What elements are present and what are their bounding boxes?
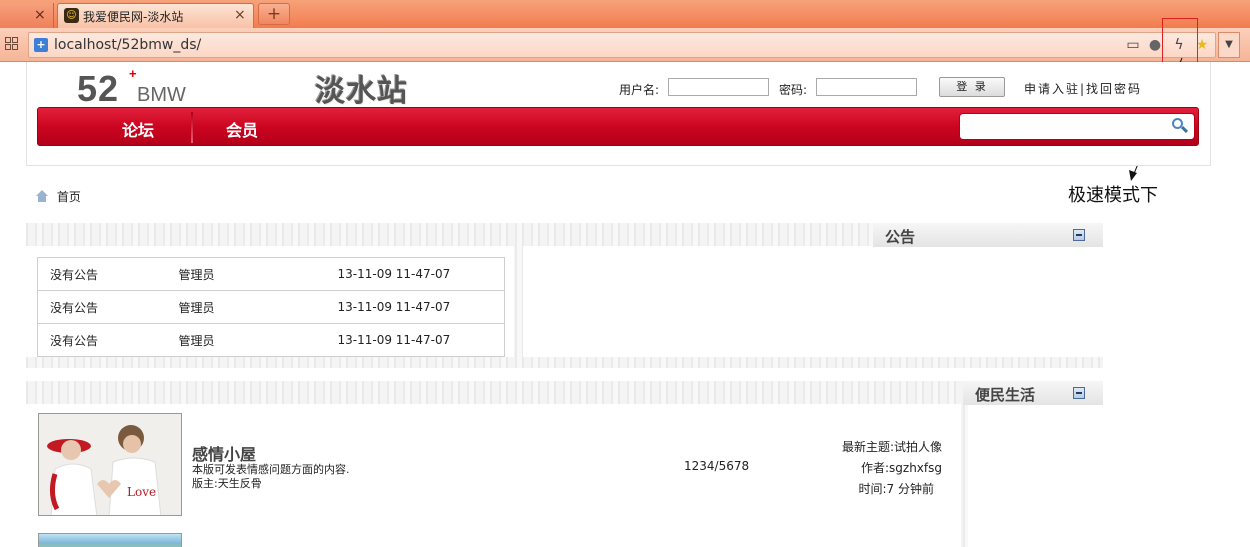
username-label: 用户名: <box>619 83 660 97</box>
nav-item-members[interactable]: 会员 <box>226 117 258 141</box>
notice-title: 公告 <box>885 228 916 246</box>
notice-time: 13-11-09 11-47-07 <box>325 257 505 291</box>
password-label: 密码: <box>779 83 808 97</box>
logo-text: BMW <box>137 84 186 106</box>
username-input[interactable] <box>668 78 769 96</box>
notice-time: 13-11-09 11-47-07 <box>325 290 505 324</box>
life-side-area <box>968 404 1111 547</box>
notice-time: 13-11-09 11-47-07 <box>325 323 505 357</box>
latest-topic[interactable]: 最新主题:试拍人像 <box>842 437 942 458</box>
minus-icon[interactable] <box>1073 229 1085 241</box>
notice-author: 管理员 <box>166 290 326 324</box>
table-row[interactable]: 没有公告 管理员 13-11-09 11-47-07 <box>37 323 505 357</box>
nav-item-forum[interactable]: 论坛 <box>122 117 154 141</box>
forum-moderator: 版主:天生反骨 <box>192 477 262 490</box>
life-title-bar: 便民生活 <box>963 381 1103 405</box>
notice-text[interactable]: 没有公告 <box>37 323 167 357</box>
nav-divider <box>191 112 193 143</box>
minus-icon[interactable] <box>1073 387 1085 399</box>
breadcrumb: 首页 <box>36 188 81 205</box>
site-header: 52 + BMW 淡水站 用户名: 密码: 登 录 申请入驻|找回密码 论坛 会… <box>26 62 1211 166</box>
notice-author: 管理员 <box>166 323 326 357</box>
notice-text[interactable]: 没有公告 <box>37 290 167 324</box>
life-title: 便民生活 <box>975 386 1036 404</box>
forum-thumbnail[interactable] <box>38 533 182 547</box>
svg-text:Love: Love <box>127 485 156 499</box>
notice-side-area <box>523 246 1111 357</box>
latest-author: 作者:sgzhxfsg <box>860 461 942 475</box>
table-row[interactable]: 没有公告 管理员 13-11-09 11-47-07 <box>37 257 505 291</box>
table-row[interactable]: 没有公告 管理员 13-11-09 11-47-07 <box>37 290 505 324</box>
register-forgot-links[interactable]: 申请入驻|找回密码 <box>1024 80 1142 97</box>
search-icon[interactable] <box>1170 117 1189 135</box>
site-name: 淡水站 <box>315 74 408 109</box>
login-button[interactable]: 登 录 <box>939 77 1005 97</box>
forum-thumbnail[interactable]: Love <box>38 413 182 516</box>
logo-plus: + <box>129 66 137 81</box>
breadcrumb-home[interactable]: 首页 <box>57 190 81 204</box>
couple-photo: Love <box>39 414 181 515</box>
logo-number: 52 <box>77 68 120 109</box>
search-input[interactable] <box>959 113 1195 140</box>
notice-table: 没有公告 管理员 13-11-09 11-47-07 没有公告 管理员 13-1… <box>37 257 505 357</box>
forum-latest-info: 最新主题:试拍人像 作者:sgzhxfsg 时间:7 分钟前 <box>842 437 942 500</box>
latest-time: 时间:7 分钟前 <box>858 482 935 496</box>
home-icon <box>36 190 49 202</box>
forum-post-counts: 1234/5678 <box>684 459 750 473</box>
annotation-label: 极速模式下 <box>1068 185 1158 206</box>
main-nav: 论坛 会员 <box>37 107 1199 146</box>
notice-author: 管理员 <box>166 257 326 291</box>
notice-title-bar: 公告 <box>873 223 1103 247</box>
password-input[interactable] <box>816 78 917 96</box>
notice-text[interactable]: 没有公告 <box>37 257 167 291</box>
site-logo[interactable]: 52 + BMW <box>77 66 186 110</box>
